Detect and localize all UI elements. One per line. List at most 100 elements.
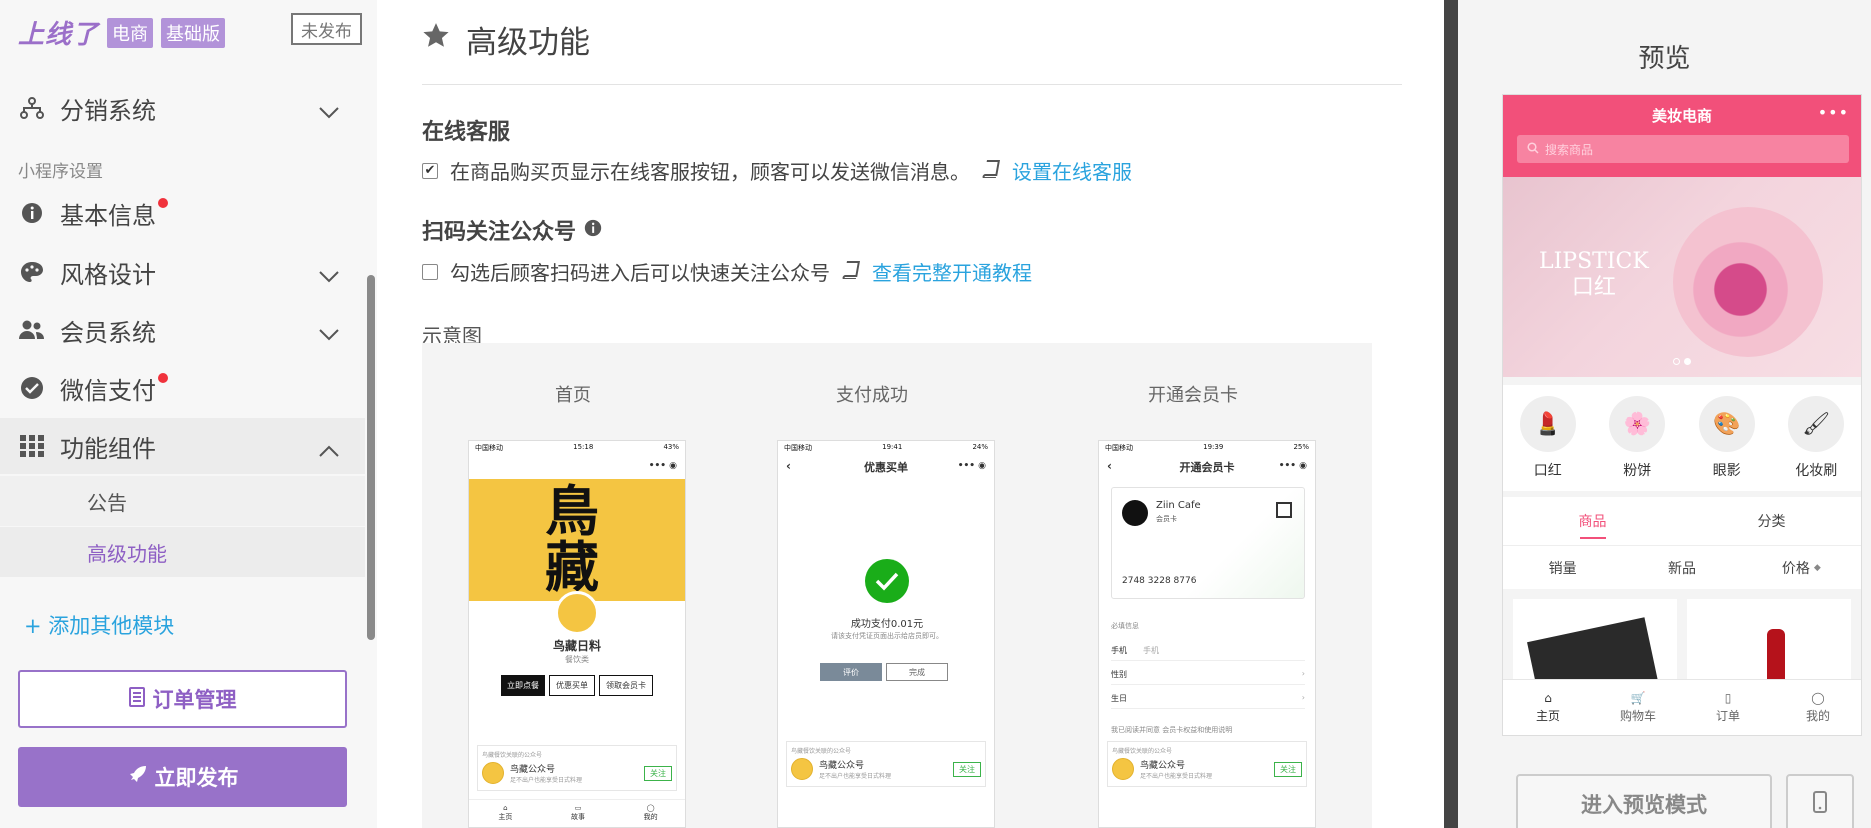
tab-story[interactable]: ▭ 故事	[542, 800, 615, 827]
shop-banner: 鳥藏	[469, 479, 685, 601]
brand: 上线了 电商 基础版	[18, 14, 226, 51]
phone-nav: ••• ◉	[469, 455, 685, 479]
enter-preview-mode-button[interactable]: 进入预览模式	[1516, 774, 1772, 828]
chevron-right-icon: ›	[1301, 693, 1305, 702]
back-icon[interactable]: ‹	[786, 459, 791, 473]
follow-account-option: 勾选后顾客扫码进入后可以快速关注公众号 查看完整开通教程	[422, 257, 1032, 286]
preview-title: 预览	[1638, 44, 1691, 74]
more-icon: ••• ◉	[648, 461, 677, 471]
sidebar-subitem-notice[interactable]: 公告	[0, 476, 368, 526]
tab-categories[interactable]: 分类	[1682, 497, 1861, 545]
tab-products[interactable]: 商品	[1503, 497, 1682, 545]
book-icon	[842, 260, 860, 284]
account-name: 鸟藏公众号	[819, 761, 865, 771]
more-icon: ••• ◉	[1278, 461, 1307, 471]
category-lipstick[interactable]: 💄 口红	[1519, 396, 1576, 480]
gender-field-row[interactable]: 性别 ›	[1111, 669, 1305, 685]
time: 19:41	[882, 443, 903, 451]
main-content: 高级功能 在线客服 ✔ 在商品购买页显示在线客服按钮，顾客可以发送微信消息。 设…	[378, 0, 1444, 828]
online-cs-option: ✔ 在商品购买页显示在线客服按钮，顾客可以发送微信消息。 设置在线客服	[422, 156, 1132, 185]
sidebar-item-basic-info[interactable]: 基本信息	[0, 185, 368, 241]
banner-dots	[1673, 358, 1691, 365]
order-manage-label: 订单管理	[152, 688, 237, 712]
preview-search-input[interactable]: 搜索商品	[1517, 135, 1849, 163]
rocket-icon	[127, 765, 147, 790]
demo-phone-payment: 中国移动 19:41 24% ‹ 优惠买单 ••• ◉ 成功支付0.01元 请该支付…	[777, 440, 995, 828]
account-name: 鸟藏公众号	[510, 765, 556, 775]
carrier: 中国移动	[1105, 444, 1133, 452]
birthday-field-row[interactable]: 生日 ›	[1111, 693, 1305, 709]
sidebar-item-member-system[interactable]: 会员系统	[0, 302, 368, 358]
sidebar-item-style-design[interactable]: 风格设计	[0, 244, 368, 300]
sort-new[interactable]: 新品	[1622, 546, 1741, 589]
mobile-icon	[1813, 791, 1827, 817]
phone-placeholder: 手机	[1143, 646, 1159, 655]
banner-image	[1673, 207, 1823, 357]
tabbar-home[interactable]: ⌂ 主页	[1503, 680, 1593, 735]
more-icon[interactable]: •••	[1818, 103, 1849, 122]
sort-price[interactable]: 价格 ◆	[1742, 546, 1861, 589]
success-check-icon	[865, 559, 909, 603]
follow-button[interactable]: 关注	[1274, 761, 1302, 777]
discount-pay-button[interactable]: 优惠买单	[549, 675, 595, 696]
online-cs-checkbox[interactable]: ✔	[422, 162, 438, 179]
category-compact[interactable]: 🌸 粉饼	[1609, 396, 1666, 480]
product-card[interactable]	[1687, 599, 1851, 679]
cart-icon: 🛒	[1630, 691, 1646, 705]
sidebar-item-distribution[interactable]: 分销系统	[0, 80, 368, 136]
product-card[interactable]	[1513, 599, 1677, 679]
add-module-link[interactable]: + 添加其他模块	[24, 610, 174, 640]
mobile-preview-button[interactable]	[1786, 774, 1854, 828]
follow-button[interactable]: 关注	[953, 761, 981, 777]
sidebar-item-wechat-pay[interactable]: 微信支付	[0, 360, 368, 416]
status-bar: 中国移动 19:41 24%	[778, 441, 994, 455]
back-icon[interactable]: ‹	[1107, 459, 1112, 473]
section-label-miniapp: 小程序设置	[18, 162, 103, 182]
follow-button[interactable]: 关注	[644, 765, 672, 781]
time: 15:18	[573, 443, 594, 451]
sidebar-subitem-advanced[interactable]: 高级功能	[0, 527, 368, 577]
rate-button[interactable]: 评价	[820, 663, 882, 681]
users-icon	[18, 316, 46, 344]
sort-diamond-icon: ◆	[1813, 562, 1821, 573]
sidebar-item-components[interactable]: 功能组件	[0, 418, 368, 474]
category-eyeshadow[interactable]: 🎨 眼影	[1698, 396, 1755, 480]
publish-now-button[interactable]: 立即发布	[18, 747, 347, 807]
info-icon[interactable]	[584, 218, 602, 243]
category-brush[interactable]: 🖌 化妆刷	[1788, 396, 1845, 480]
battery: 25%	[1293, 443, 1309, 451]
card-logo	[1122, 500, 1148, 526]
preview-banner[interactable]: LIPSTICK 口红	[1503, 177, 1861, 377]
tabbar-orders[interactable]: ▯ 订单	[1683, 680, 1773, 735]
get-member-card-button[interactable]: 领取会员卡	[599, 675, 653, 696]
tab-me[interactable]: ◯ 我的	[614, 800, 685, 827]
tutorial-link[interactable]: 查看完整开通教程	[872, 257, 1032, 286]
shop-actions: 立即点餐 优惠买单 领取会员卡	[469, 675, 685, 696]
unpublished-status-button[interactable]: 未发布	[291, 13, 362, 45]
nav-title: 开通会员卡	[1179, 461, 1235, 474]
notification-dot	[158, 373, 168, 383]
tabbar-me[interactable]: ◯ 我的	[1773, 680, 1861, 735]
online-cs-settings-link[interactable]: 设置在线客服	[1012, 156, 1132, 185]
panel-divider[interactable]	[1444, 0, 1458, 828]
follow-account-checkbox[interactable]	[422, 263, 438, 280]
order-now-button[interactable]: 立即点餐	[501, 675, 545, 696]
agree-terms[interactable]: 我已阅读并同意 会员卡权益和使用说明	[1111, 725, 1232, 735]
sidebar-scrollbar-thumb[interactable]	[367, 275, 375, 640]
phone-field-row[interactable]: 手机 手机	[1111, 645, 1305, 661]
account-head: 鸟藏餐饮关联的公众号	[1112, 748, 1173, 755]
qr-code-icon[interactable]	[1276, 502, 1292, 518]
page-title: 高级功能	[422, 17, 590, 62]
account-avatar	[1112, 758, 1134, 780]
tabbar-cart[interactable]: 🛒 购物车	[1593, 680, 1683, 735]
battery: 24%	[972, 443, 988, 451]
tab-home[interactable]: ⌂ 主页	[469, 800, 542, 827]
chevron-down-icon	[318, 262, 340, 290]
done-button[interactable]: 完成	[886, 663, 948, 681]
preview-categories: 💄 口红 🌸 粉饼 🎨 眼影 🖌 化妆刷	[1503, 385, 1861, 491]
nav-title: 优惠买单	[864, 461, 908, 474]
required-info-label: 必填信息	[1111, 622, 1139, 630]
sort-sales[interactable]: 销量	[1503, 546, 1622, 589]
document-icon: ▯	[1724, 691, 1732, 705]
order-manage-button[interactable]: 订单管理	[18, 670, 347, 728]
